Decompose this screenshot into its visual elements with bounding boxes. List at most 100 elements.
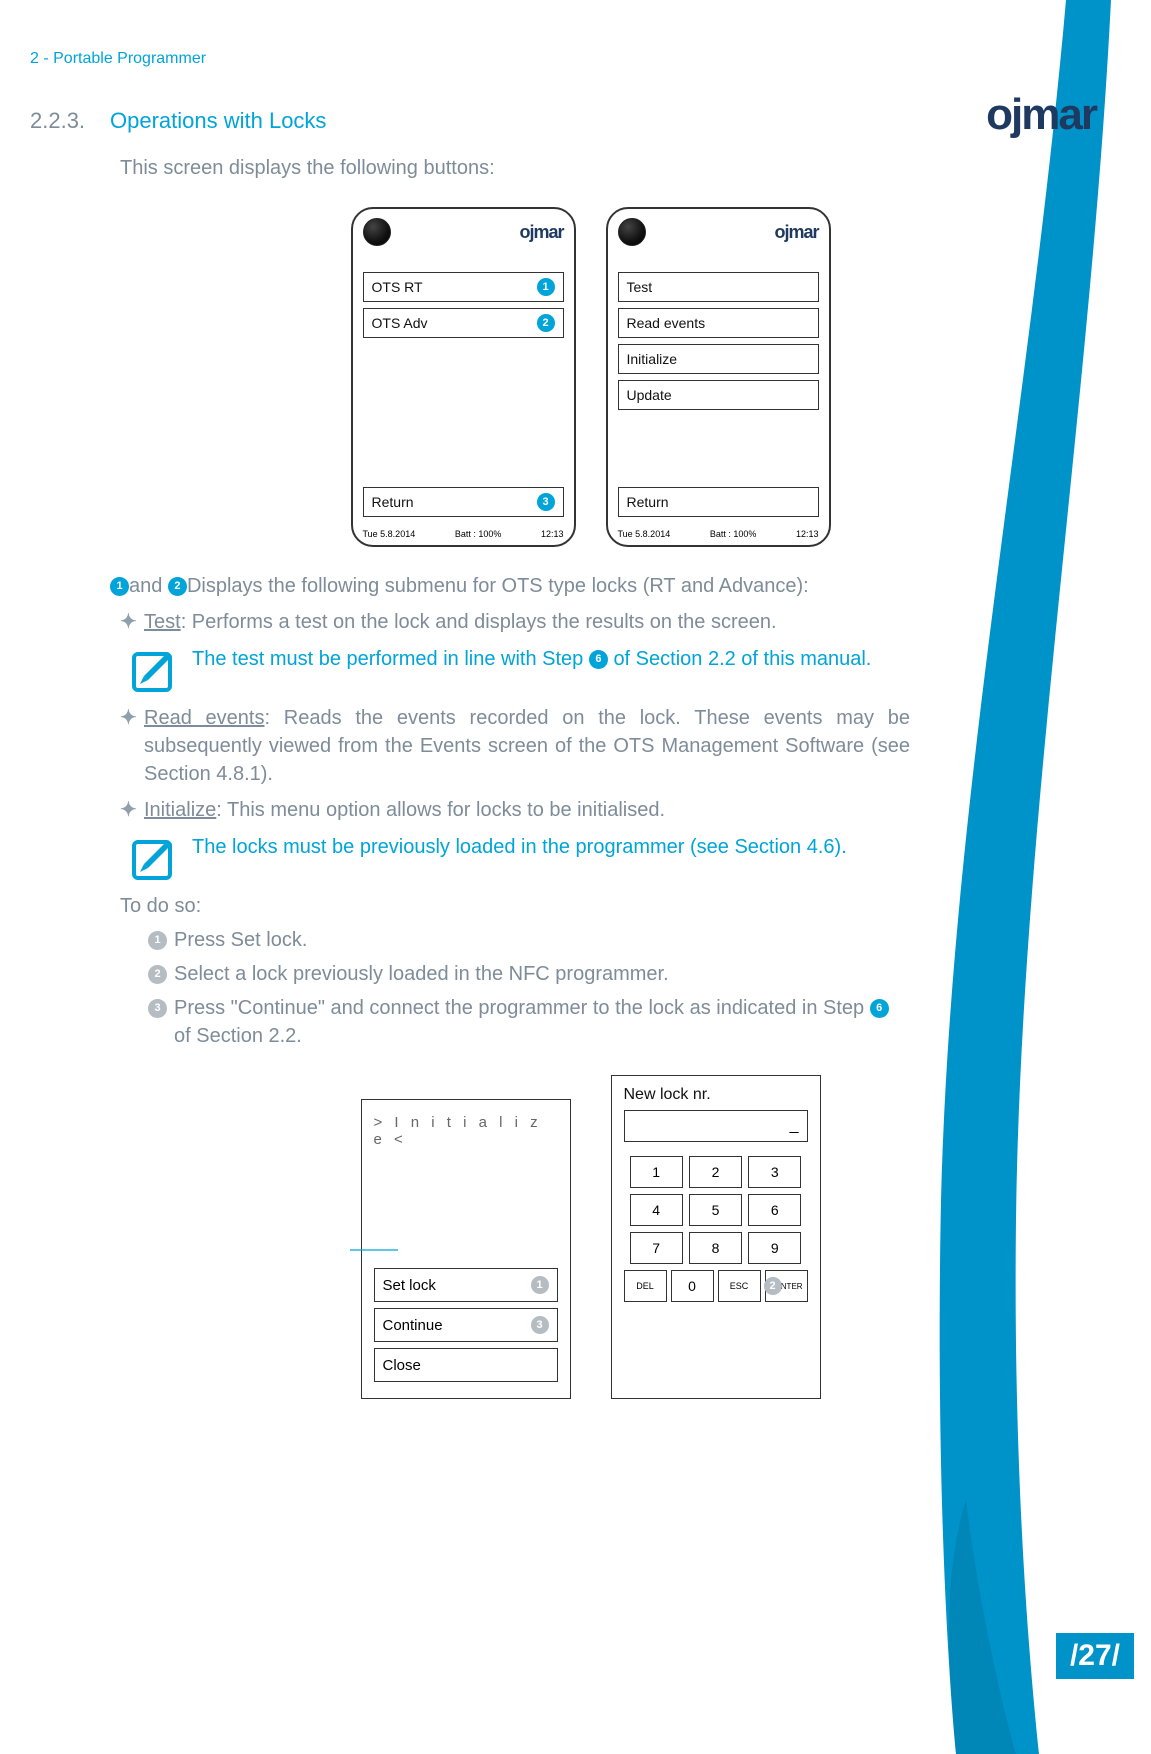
step-text: Select a lock previously loaded in the N… — [174, 960, 669, 988]
key-5: 5 — [689, 1194, 742, 1226]
bullet-read-events: ✦ Read events: Reads the events recorded… — [120, 704, 910, 788]
label: Set lock — [383, 1277, 436, 1294]
phone-btn-label: Test — [627, 279, 653, 295]
step-num-icon: 3 — [148, 999, 167, 1018]
label: Close — [383, 1357, 421, 1374]
note-icon — [130, 646, 178, 694]
phone-btn-ots-adv: OTS Adv 2 — [363, 308, 564, 338]
phone-btn-return: Return — [618, 487, 819, 517]
phone-btn-test: Test — [618, 272, 819, 302]
phone-brand: ojmar — [774, 222, 818, 243]
key-7: 7 — [630, 1232, 683, 1264]
note-text: The locks must be previously loaded in t… — [192, 834, 847, 861]
bullet-icon: ✦ — [120, 796, 144, 824]
to-do-so: To do so: — [120, 892, 910, 920]
bullet-label: Initialize — [144, 799, 216, 821]
note-text-b: of Section 2.2 of this manual. — [613, 648, 871, 670]
callout-6-icon: 6 — [589, 650, 608, 669]
phone-footer-time: 12:13 — [541, 529, 564, 539]
phone-footer-date: Tue 5.8.2014 — [618, 529, 671, 539]
phone-btn-label: Update — [627, 387, 672, 403]
bullet-test: ✦ Test: Performs a test on the lock and … — [120, 608, 910, 636]
phone-btn-label: OTS Adv — [372, 315, 428, 331]
note-test: The test must be performed in line with … — [130, 646, 900, 694]
phone-btn-update: Update — [618, 380, 819, 410]
callout-6-icon: 6 — [870, 999, 889, 1018]
key-1: 1 — [630, 1156, 683, 1188]
section-number: 2.2.3. — [30, 108, 110, 134]
bullet-icon: ✦ — [120, 608, 144, 636]
brand-logo: ojmar — [986, 90, 1096, 140]
bullet-label: Read events — [144, 707, 264, 729]
phone-btn-ots-rt: OTS RT 1 — [363, 272, 564, 302]
phone-btn-return: Return 3 — [363, 487, 564, 517]
init-btn-set-lock: Set lock 1 — [374, 1268, 558, 1302]
phone-right: ojmar Test Read events Initialize Update… — [606, 207, 831, 547]
phone-btn-initialize: Initialize — [618, 344, 819, 374]
nfc-icon — [618, 218, 646, 246]
phone-btn-read-events: Read events — [618, 308, 819, 338]
phone-footer-batt: Batt : 100% — [710, 529, 757, 539]
key-enter: 2 ENTER — [765, 1270, 808, 1302]
text: Displays the following submenu for OTS t… — [187, 575, 809, 597]
key-esc: ESC — [718, 1270, 761, 1302]
phone-footer-date: Tue 5.8.2014 — [363, 529, 416, 539]
phone-btn-label: Return — [372, 494, 414, 510]
callout-3-icon: 3 — [531, 1316, 549, 1334]
step-num-icon: 2 — [148, 965, 167, 984]
nfc-icon — [363, 218, 391, 246]
key-8: 8 — [689, 1232, 742, 1264]
step-1: 1 Press Set lock. — [148, 926, 908, 954]
init-btn-close: Close — [374, 1348, 558, 1382]
keypad-panel: New lock nr. _ 1 2 3 4 5 6 7 8 9 DEL 0 E… — [611, 1075, 821, 1399]
callout-1-icon: 1 — [537, 278, 555, 296]
callout-explain: 1and 2Displays the following submenu for… — [110, 572, 900, 600]
side-url: www.ojmar.com — [1090, 1504, 1106, 1617]
section-title: Operations with Locks — [110, 108, 326, 134]
key-6: 6 — [748, 1194, 801, 1226]
phone-footer-batt: Batt : 100% — [455, 529, 502, 539]
key-2: 2 — [689, 1156, 742, 1188]
phone-btn-label: Read events — [627, 315, 706, 331]
bullet-icon: ✦ — [120, 704, 144, 788]
step-num-icon: 1 — [148, 931, 167, 950]
callout-3-icon: 3 — [537, 493, 555, 511]
step-2: 2 Select a lock previously loaded in the… — [148, 960, 908, 988]
phone-left: ojmar OTS RT 1 OTS Adv 2 Return 3 Tue 5.… — [351, 207, 576, 547]
key-9: 9 — [748, 1232, 801, 1264]
initialize-panel: > I n i t i a l i z e < Set lock 1 Conti… — [361, 1099, 571, 1399]
bullet-text: : Performs a test on the lock and displa… — [181, 611, 777, 633]
text: and — [129, 575, 168, 597]
intro-text: This screen displays the following butto… — [120, 154, 910, 182]
note-icon — [130, 834, 178, 882]
note-text-a: The test must be performed in line with … — [192, 648, 583, 670]
bullet-initialize: ✦ Initialize: This menu option allows fo… — [120, 796, 910, 824]
phone-btn-label: Return — [627, 494, 669, 510]
figure-initialize: > I n i t i a l i z e < Set lock 1 Conti… — [30, 1075, 1151, 1399]
label: Continue — [383, 1317, 443, 1334]
key-4: 4 — [630, 1194, 683, 1226]
initialize-title: > I n i t i a l i z e < — [374, 1114, 558, 1148]
phone-brand: ojmar — [519, 222, 563, 243]
init-btn-continue: Continue 3 — [374, 1308, 558, 1342]
key-del: DEL — [624, 1270, 667, 1302]
key-0: 0 — [671, 1270, 714, 1302]
key-3: 3 — [748, 1156, 801, 1188]
step-text-b: of Section 2.2. — [174, 1025, 302, 1047]
phone-footer-time: 12:13 — [796, 529, 819, 539]
step-text: Press Set lock. — [174, 926, 307, 954]
breadcrumb: 2 - Portable Programmer — [30, 50, 1151, 68]
bullet-text: : This menu option allows for locks to b… — [216, 799, 665, 821]
phone-btn-label: OTS RT — [372, 279, 423, 295]
figure-phones: ojmar OTS RT 1 OTS Adv 2 Return 3 Tue 5.… — [30, 207, 1151, 547]
step-3: 3 Press "Continue" and connect the progr… — [148, 994, 908, 1050]
bullet-label: Test — [144, 611, 181, 633]
keypad-display: _ — [624, 1110, 808, 1142]
callout-1-icon: 1 — [110, 577, 129, 596]
callout-2-icon: 2 — [537, 314, 555, 332]
page-number: /27/ — [1056, 1633, 1134, 1679]
callout-2-icon: 2 — [764, 1277, 782, 1295]
note-initialize: The locks must be previously loaded in t… — [130, 834, 900, 882]
callout-2-icon: 2 — [168, 577, 187, 596]
callout-1-icon: 1 — [531, 1276, 549, 1294]
